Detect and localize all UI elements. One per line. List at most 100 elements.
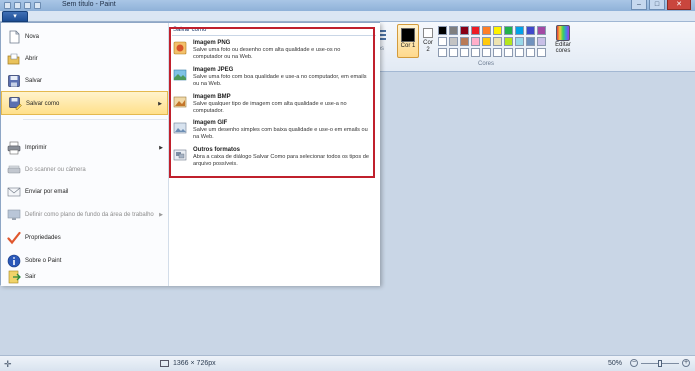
save-as-submenu: Salvar como Imagem PNG Salve uma foto ou… bbox=[169, 23, 380, 286]
colors-group-label: Cores bbox=[478, 61, 495, 67]
submenu-arrow-icon: ▶ bbox=[158, 101, 162, 107]
menu-item-properties[interactable]: Propriedades bbox=[1, 227, 168, 249]
submenu-divider bbox=[172, 35, 376, 36]
palette-color-swatch[interactable] bbox=[460, 37, 469, 46]
palette-color-swatch[interactable] bbox=[493, 48, 502, 57]
menu-item-label: Nova bbox=[25, 34, 40, 40]
menu-item-open[interactable]: Abrir bbox=[1, 48, 168, 70]
email-icon bbox=[7, 187, 21, 197]
desktop-background-icon bbox=[7, 209, 21, 220]
paint-app-icon[interactable] bbox=[4, 2, 11, 9]
zoom-slider-thumb[interactable] bbox=[658, 360, 662, 367]
option-description: Salve um desenho simples com baixa quali… bbox=[193, 127, 368, 140]
edit-colors-button[interactable]: Editar cores bbox=[553, 24, 573, 58]
save-as-jpeg-option[interactable]: Imagem JPEG Salve uma foto com boa quali… bbox=[173, 67, 373, 97]
close-button[interactable]: ✕ bbox=[667, 0, 691, 10]
open-folder-icon bbox=[7, 53, 20, 65]
palette-color-swatch[interactable] bbox=[449, 37, 458, 46]
palette-color-swatch[interactable] bbox=[493, 26, 502, 35]
menu-item-label: Do scanner ou câmera bbox=[25, 167, 86, 173]
save-as-gif-option[interactable]: Imagem GIF Salve um desenho simples com … bbox=[173, 120, 373, 146]
menu-item-label: Sobre o Paint bbox=[25, 258, 62, 264]
exit-icon bbox=[8, 270, 21, 284]
window-title: Sem título - Paint bbox=[62, 1, 116, 8]
menu-item-label: Definir como plano de fundo da área de t… bbox=[25, 212, 154, 218]
submenu-arrow-icon: ▶ bbox=[159, 212, 163, 218]
palette-color-swatch[interactable] bbox=[449, 48, 458, 57]
file-menu-commands: Nova Abrir Salvar Salvar como ▶ Imprimir… bbox=[1, 23, 169, 286]
menu-item-save-as[interactable]: Salvar como ▶ bbox=[1, 91, 168, 115]
palette-color-swatch[interactable] bbox=[471, 48, 480, 57]
palette-color-swatch[interactable] bbox=[438, 37, 447, 46]
palette-color-swatch[interactable] bbox=[504, 37, 513, 46]
palette-color-swatch[interactable] bbox=[482, 37, 491, 46]
color-palette bbox=[438, 26, 548, 57]
menu-item-set-desktop-background: Definir como plano de fundo da área de t… bbox=[1, 204, 168, 226]
color2-label: Cor 2 bbox=[423, 40, 433, 53]
palette-color-swatch[interactable] bbox=[471, 26, 480, 35]
save-as-icon bbox=[9, 97, 22, 110]
zoom-out-button[interactable]: − bbox=[630, 359, 638, 367]
gif-image-icon bbox=[173, 122, 187, 134]
option-description: Salve uma foto com boa qualidade e use-a… bbox=[193, 74, 367, 87]
palette-color-swatch[interactable] bbox=[460, 48, 469, 57]
zoom-slider[interactable] bbox=[641, 360, 679, 367]
zoom-in-button[interactable]: + bbox=[682, 359, 690, 367]
palette-color-swatch[interactable] bbox=[504, 26, 513, 35]
save-quick-icon[interactable] bbox=[14, 2, 21, 9]
palette-color-swatch[interactable] bbox=[493, 37, 502, 46]
color2-button[interactable]: Cor 2 bbox=[421, 24, 435, 58]
quick-access-toolbar bbox=[4, 1, 44, 10]
palette-color-swatch[interactable] bbox=[537, 26, 546, 35]
palette-color-swatch[interactable] bbox=[526, 37, 535, 46]
palette-color-swatch[interactable] bbox=[515, 48, 524, 57]
menu-item-save[interactable]: Salvar bbox=[1, 70, 168, 92]
redo-quick-icon[interactable] bbox=[34, 2, 41, 9]
other-formats-icon bbox=[173, 149, 187, 161]
palette-color-swatch[interactable] bbox=[482, 48, 491, 57]
menu-item-label: Salvar como bbox=[26, 101, 60, 107]
option-title: Imagem GIF bbox=[193, 120, 228, 126]
bmp-image-icon bbox=[173, 96, 187, 108]
menu-separator bbox=[23, 119, 167, 120]
palette-color-swatch[interactable] bbox=[438, 48, 447, 57]
jpeg-image-icon bbox=[173, 69, 187, 81]
save-as-bmp-option[interactable]: Imagem BMP Salve qualquer tipo de imagem… bbox=[173, 94, 373, 120]
save-as-other-formats-option[interactable]: Outros formatos Abra a caixa de diálogo … bbox=[173, 147, 373, 173]
png-image-icon bbox=[173, 41, 187, 55]
minimize-button[interactable]: – bbox=[631, 0, 647, 10]
menu-item-label: Propriedades bbox=[25, 235, 61, 241]
palette-color-swatch[interactable] bbox=[504, 48, 513, 57]
canvas-size-value: 1366 × 726px bbox=[173, 360, 216, 367]
menu-item-print[interactable]: Imprimir ▶ bbox=[1, 137, 168, 159]
edit-colors-label: Editar cores bbox=[555, 42, 571, 54]
color1-swatch bbox=[401, 28, 415, 42]
save-as-submenu-title: Salvar como bbox=[173, 27, 207, 33]
palette-color-swatch[interactable] bbox=[515, 26, 524, 35]
palette-color-swatch[interactable] bbox=[449, 26, 458, 35]
palette-color-swatch[interactable] bbox=[471, 37, 480, 46]
printer-icon bbox=[7, 141, 21, 155]
maximize-button[interactable]: □ bbox=[649, 0, 665, 10]
palette-color-swatch[interactable] bbox=[526, 26, 535, 35]
undo-quick-icon[interactable] bbox=[24, 2, 31, 9]
palette-color-swatch[interactable] bbox=[526, 48, 535, 57]
menu-item-about[interactable]: Sobre o Paint bbox=[1, 250, 168, 272]
color1-button[interactable]: Cor 1 bbox=[397, 24, 419, 58]
palette-color-swatch[interactable] bbox=[537, 48, 546, 57]
rainbow-palette-icon bbox=[556, 25, 570, 41]
menu-item-exit[interactable]: Sair bbox=[1, 270, 168, 286]
palette-color-swatch[interactable] bbox=[515, 37, 524, 46]
palette-color-swatch[interactable] bbox=[537, 37, 546, 46]
option-title: Imagem JPEG bbox=[193, 67, 234, 73]
menu-item-send-email[interactable]: Enviar por email bbox=[1, 181, 168, 203]
option-title: Imagem BMP bbox=[193, 94, 231, 100]
palette-color-swatch[interactable] bbox=[438, 26, 447, 35]
save-as-png-option[interactable]: Imagem PNG Salve uma foto ou desenho com… bbox=[173, 40, 373, 66]
palette-color-swatch[interactable] bbox=[460, 26, 469, 35]
file-menu-button[interactable]: ▾ bbox=[2, 11, 28, 22]
menu-item-new[interactable]: Nova bbox=[1, 26, 168, 48]
menu-item-label: Abrir bbox=[25, 56, 38, 62]
palette-color-swatch[interactable] bbox=[482, 26, 491, 35]
cursor-position-icon: ✛ bbox=[4, 359, 12, 369]
